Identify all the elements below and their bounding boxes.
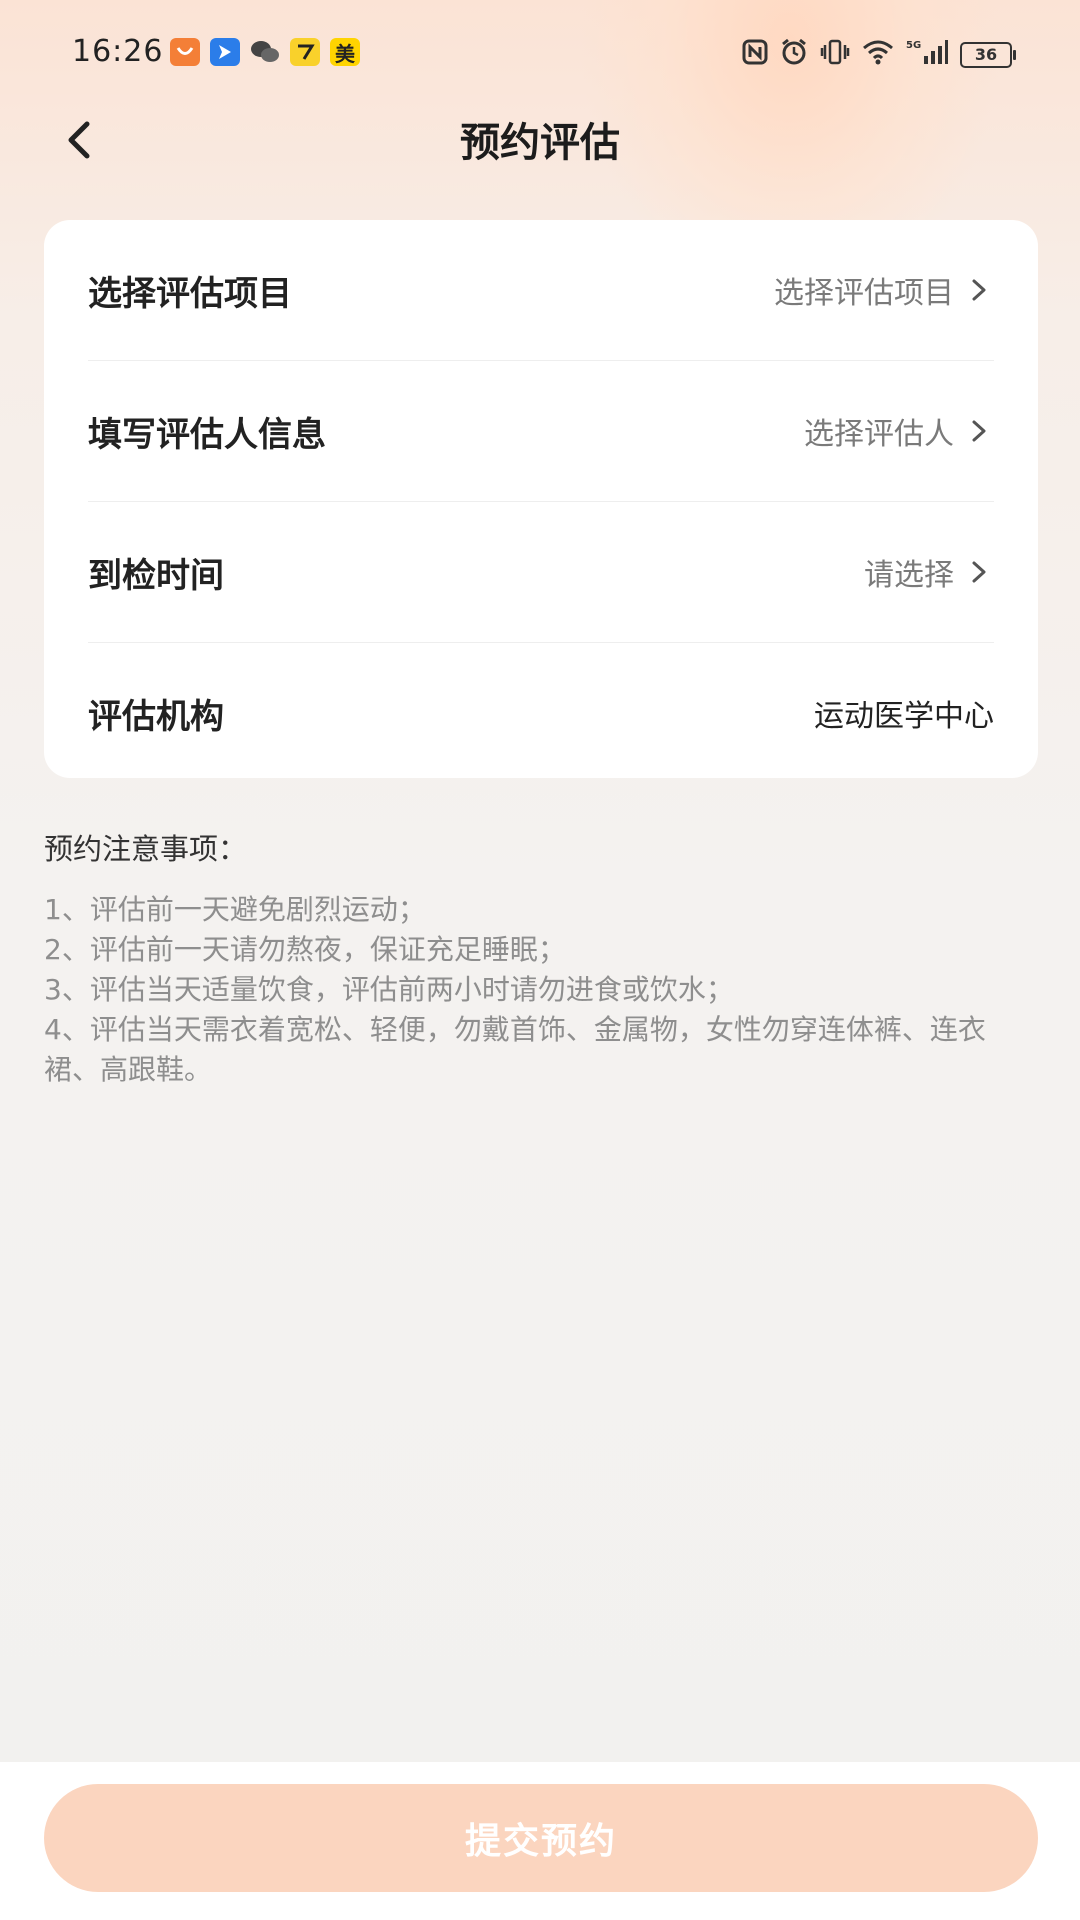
row-label: 到检时间 (88, 555, 224, 596)
row-value: 选择评估项目 (774, 276, 954, 311)
notes-list: 1、评估前一天避免剧烈运动； 2、评估前一天请勿熬夜，保证充足睡眠； 3、评估当… (44, 890, 1034, 1090)
chevron-right-icon (972, 420, 986, 442)
signal-5g-icon: 5G (906, 38, 948, 72)
note-item: 1、评估前一天避免剧烈运动； (44, 893, 426, 926)
note-item: 2、评估前一天请勿熬夜，保证充足睡眠； (44, 933, 566, 966)
notification-icons: 美 (170, 38, 360, 66)
alarm-icon (780, 38, 808, 72)
assessee-info-row[interactable]: 填写评估人信息 选择评估人 (88, 361, 994, 502)
row-value: 运动医学中心 (814, 699, 994, 734)
qimao-icon (290, 38, 320, 66)
row-label: 选择评估项目 (88, 273, 292, 314)
status-bar: 16:26 美 5G 36 (0, 0, 1080, 104)
notes-title: 预约注意事项： (44, 832, 248, 866)
chevron-right-icon (972, 279, 986, 301)
meituan-icon: 美 (330, 38, 360, 66)
status-time: 16:26 (72, 34, 164, 69)
assessment-institution-row: 评估机构 运动医学中心 (88, 643, 994, 783)
row-value: 请选择 (864, 558, 954, 593)
system-icons: 5G 36 (742, 38, 1016, 72)
wifi-icon (862, 39, 894, 71)
row-label: 填写评估人信息 (88, 414, 326, 455)
check-in-time-row[interactable]: 到检时间 请选择 (88, 502, 994, 643)
row-value: 选择评估人 (804, 417, 954, 452)
appointment-form-card: 选择评估项目 选择评估项目 填写评估人信息 选择评估人 到检时间 请选择 评估机… (44, 220, 1038, 778)
note-item: 3、评估当天适量饮食，评估前两小时请勿进食或饮水； (44, 973, 734, 1006)
nfc-icon (742, 39, 768, 71)
wechat-icon (250, 38, 280, 66)
chevron-right-icon (972, 561, 986, 583)
page-title: 预约评估 (460, 120, 620, 166)
submit-appointment-button[interactable]: 提交预约 (44, 1784, 1038, 1892)
battery-icon: 36 (960, 42, 1016, 68)
select-assessment-item-row[interactable]: 选择评估项目 选择评估项目 (88, 220, 994, 361)
navigation-icon (210, 38, 240, 66)
row-label: 评估机构 (88, 696, 224, 737)
vibrate-icon (820, 39, 850, 71)
taobao-icon (170, 38, 200, 66)
note-item: 4、评估当天需衣着宽松、轻便，勿戴首饰、金属物，女性勿穿连体裤、连衣裙、高跟鞋。 (44, 1013, 986, 1086)
svg-text:5G: 5G (906, 40, 921, 51)
